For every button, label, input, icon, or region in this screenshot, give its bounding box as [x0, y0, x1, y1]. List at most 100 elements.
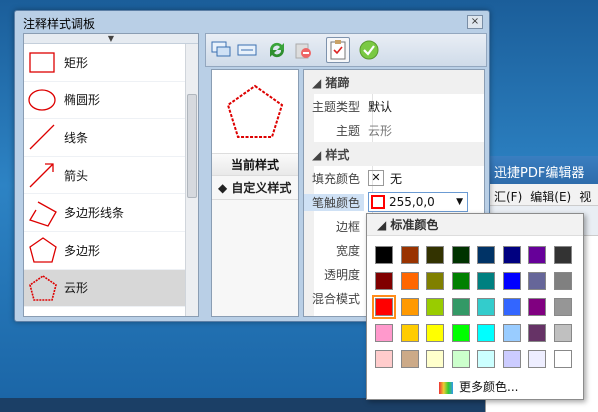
color-swatch[interactable] — [477, 350, 495, 368]
color-swatch[interactable] — [400, 298, 419, 316]
category-stamp[interactable]: ◢ 猪蹄 — [304, 70, 484, 94]
refresh-button[interactable] — [266, 39, 288, 61]
prop-value: 默认 — [368, 99, 393, 114]
color-swatch[interactable] — [451, 298, 470, 316]
custom-style-section[interactable]: ◆ 自定义样式 — [212, 176, 298, 200]
color-swatch[interactable] — [451, 324, 470, 342]
style-list-panel: 当前样式 ◆ 自定义样式 — [211, 69, 299, 317]
color-swatch[interactable] — [426, 350, 444, 368]
color-swatch[interactable] — [451, 246, 470, 264]
current-style-preview[interactable] — [212, 70, 298, 154]
current-style-label[interactable]: 当前样式 — [212, 154, 298, 176]
callout-icon — [211, 41, 231, 57]
prop-label: 混合模式 — [311, 291, 360, 306]
textbox-icon — [237, 44, 257, 56]
color-swatch[interactable] — [502, 324, 521, 342]
bgapp-title: 迅捷PDF编辑器 — [486, 156, 598, 184]
prop-theme[interactable]: 主题 云形 — [304, 118, 484, 142]
color-swatch[interactable] — [528, 272, 546, 290]
clipboard-button[interactable] — [326, 37, 350, 63]
prop-theme-type[interactable]: 主题类型 默认 — [304, 94, 484, 118]
close-button[interactable]: × — [467, 15, 483, 29]
prop-label: 笔触颜色 — [304, 193, 364, 211]
prop-fill-color[interactable]: 填充颜色 ✕ 无 — [304, 166, 484, 190]
textbox-button[interactable] — [236, 39, 258, 61]
shape-label: 矩形 — [64, 55, 89, 70]
shape-label: 多边形线条 — [64, 206, 125, 221]
color-swatch[interactable] — [502, 350, 521, 368]
color-swatch[interactable] — [375, 246, 393, 264]
refresh-icon — [269, 42, 285, 58]
color-swatch[interactable] — [528, 324, 546, 342]
shape-item-arrow[interactable]: 箭头 — [24, 157, 186, 195]
color-swatch[interactable] — [477, 298, 495, 316]
more-colors-button[interactable]: 更多颜色... — [439, 378, 518, 395]
color-swatch[interactable] — [528, 246, 546, 264]
palette-icon — [439, 381, 453, 394]
color-swatch[interactable] — [528, 298, 546, 316]
menu-view[interactable]: 视 — [579, 190, 591, 204]
prop-value: ✕ 无 — [368, 170, 402, 187]
color-swatch[interactable] — [477, 246, 495, 264]
color-swatch[interactable] — [451, 272, 470, 290]
color-swatch[interactable] — [400, 324, 419, 342]
color-swatch[interactable] — [477, 324, 495, 342]
color-swatch[interactable] — [553, 246, 572, 264]
color-swatch[interactable] — [426, 324, 444, 342]
prop-stroke-color[interactable]: 笔触颜色 255,0,0 ▼ — [304, 190, 484, 214]
dialog-title: 注释样式调板 — [23, 17, 96, 31]
shape-item-polyline[interactable]: 多边形线条 — [24, 194, 186, 232]
standard-colors-header: ◢ 标准颜色 — [367, 214, 583, 236]
check-icon — [359, 40, 379, 60]
collapse-grip[interactable]: ▼ — [24, 34, 198, 44]
shape-item-line[interactable]: 线条 — [24, 119, 186, 157]
shape-label: 椭圆形 — [64, 93, 101, 108]
shape-item-ellipse[interactable]: 椭圆形 — [24, 82, 186, 120]
prop-label: 边框 — [335, 219, 360, 234]
color-swatch[interactable] — [400, 350, 419, 368]
color-swatch[interactable] — [451, 350, 470, 368]
color-picker-popup: ◢ 标准颜色 更多颜色... — [366, 213, 584, 400]
prop-label: 宽度 — [335, 243, 360, 258]
category-label: ◢ 样式 — [312, 147, 350, 162]
prop-label: 填充颜色 — [311, 171, 360, 186]
cloud-polygon-icon — [29, 274, 57, 301]
line-icon — [29, 125, 55, 150]
shape-item-polygon[interactable]: 多边形 — [24, 232, 186, 270]
shape-item-rectangle[interactable]: 矩形 — [24, 44, 186, 82]
shape-list-scrollbar[interactable] — [185, 44, 198, 316]
color-swatch[interactable] — [502, 272, 521, 290]
color-swatch[interactable] — [375, 272, 393, 290]
bgapp-menu: 汇(F) 编辑(E) 视 — [486, 184, 598, 206]
color-swatch[interactable] — [553, 350, 572, 368]
color-swatch[interactable] — [400, 272, 419, 290]
apply-button[interactable] — [358, 39, 380, 61]
color-swatch[interactable] — [502, 246, 521, 264]
color-swatch[interactable] — [426, 272, 444, 290]
color-swatch[interactable] — [528, 350, 546, 368]
color-swatch[interactable] — [477, 272, 495, 290]
polygon-icon — [29, 237, 57, 263]
color-swatch[interactable] — [372, 295, 396, 319]
color-swatch[interactable] — [426, 298, 444, 316]
color-swatch[interactable] — [375, 324, 393, 342]
color-swatch[interactable] — [400, 246, 419, 264]
scrollbar-thumb[interactable] — [187, 94, 197, 198]
color-swatch[interactable] — [553, 324, 572, 342]
clipboard-icon — [330, 40, 346, 60]
callout-button[interactable] — [210, 39, 232, 61]
delete-button[interactable] — [292, 39, 314, 61]
more-colors-label: 更多颜色... — [459, 380, 519, 394]
category-style[interactable]: ◢ 样式 — [304, 142, 484, 166]
shape-item-cloud[interactable]: 云形 — [24, 269, 186, 308]
prop-label: 主题 — [335, 123, 360, 138]
color-swatch[interactable] — [426, 246, 444, 264]
menu-edit[interactable]: 编辑(E) — [530, 190, 571, 204]
color-swatch[interactable] — [375, 350, 393, 368]
menu-file[interactable]: 汇(F) — [494, 190, 522, 204]
color-swatch[interactable] — [502, 298, 521, 316]
color-swatch[interactable] — [553, 272, 572, 290]
category-label: ◢ 猪蹄 — [312, 75, 350, 90]
stroke-color-dropdown[interactable]: 255,0,0 ▼ — [368, 192, 468, 212]
color-swatch[interactable] — [553, 298, 572, 316]
